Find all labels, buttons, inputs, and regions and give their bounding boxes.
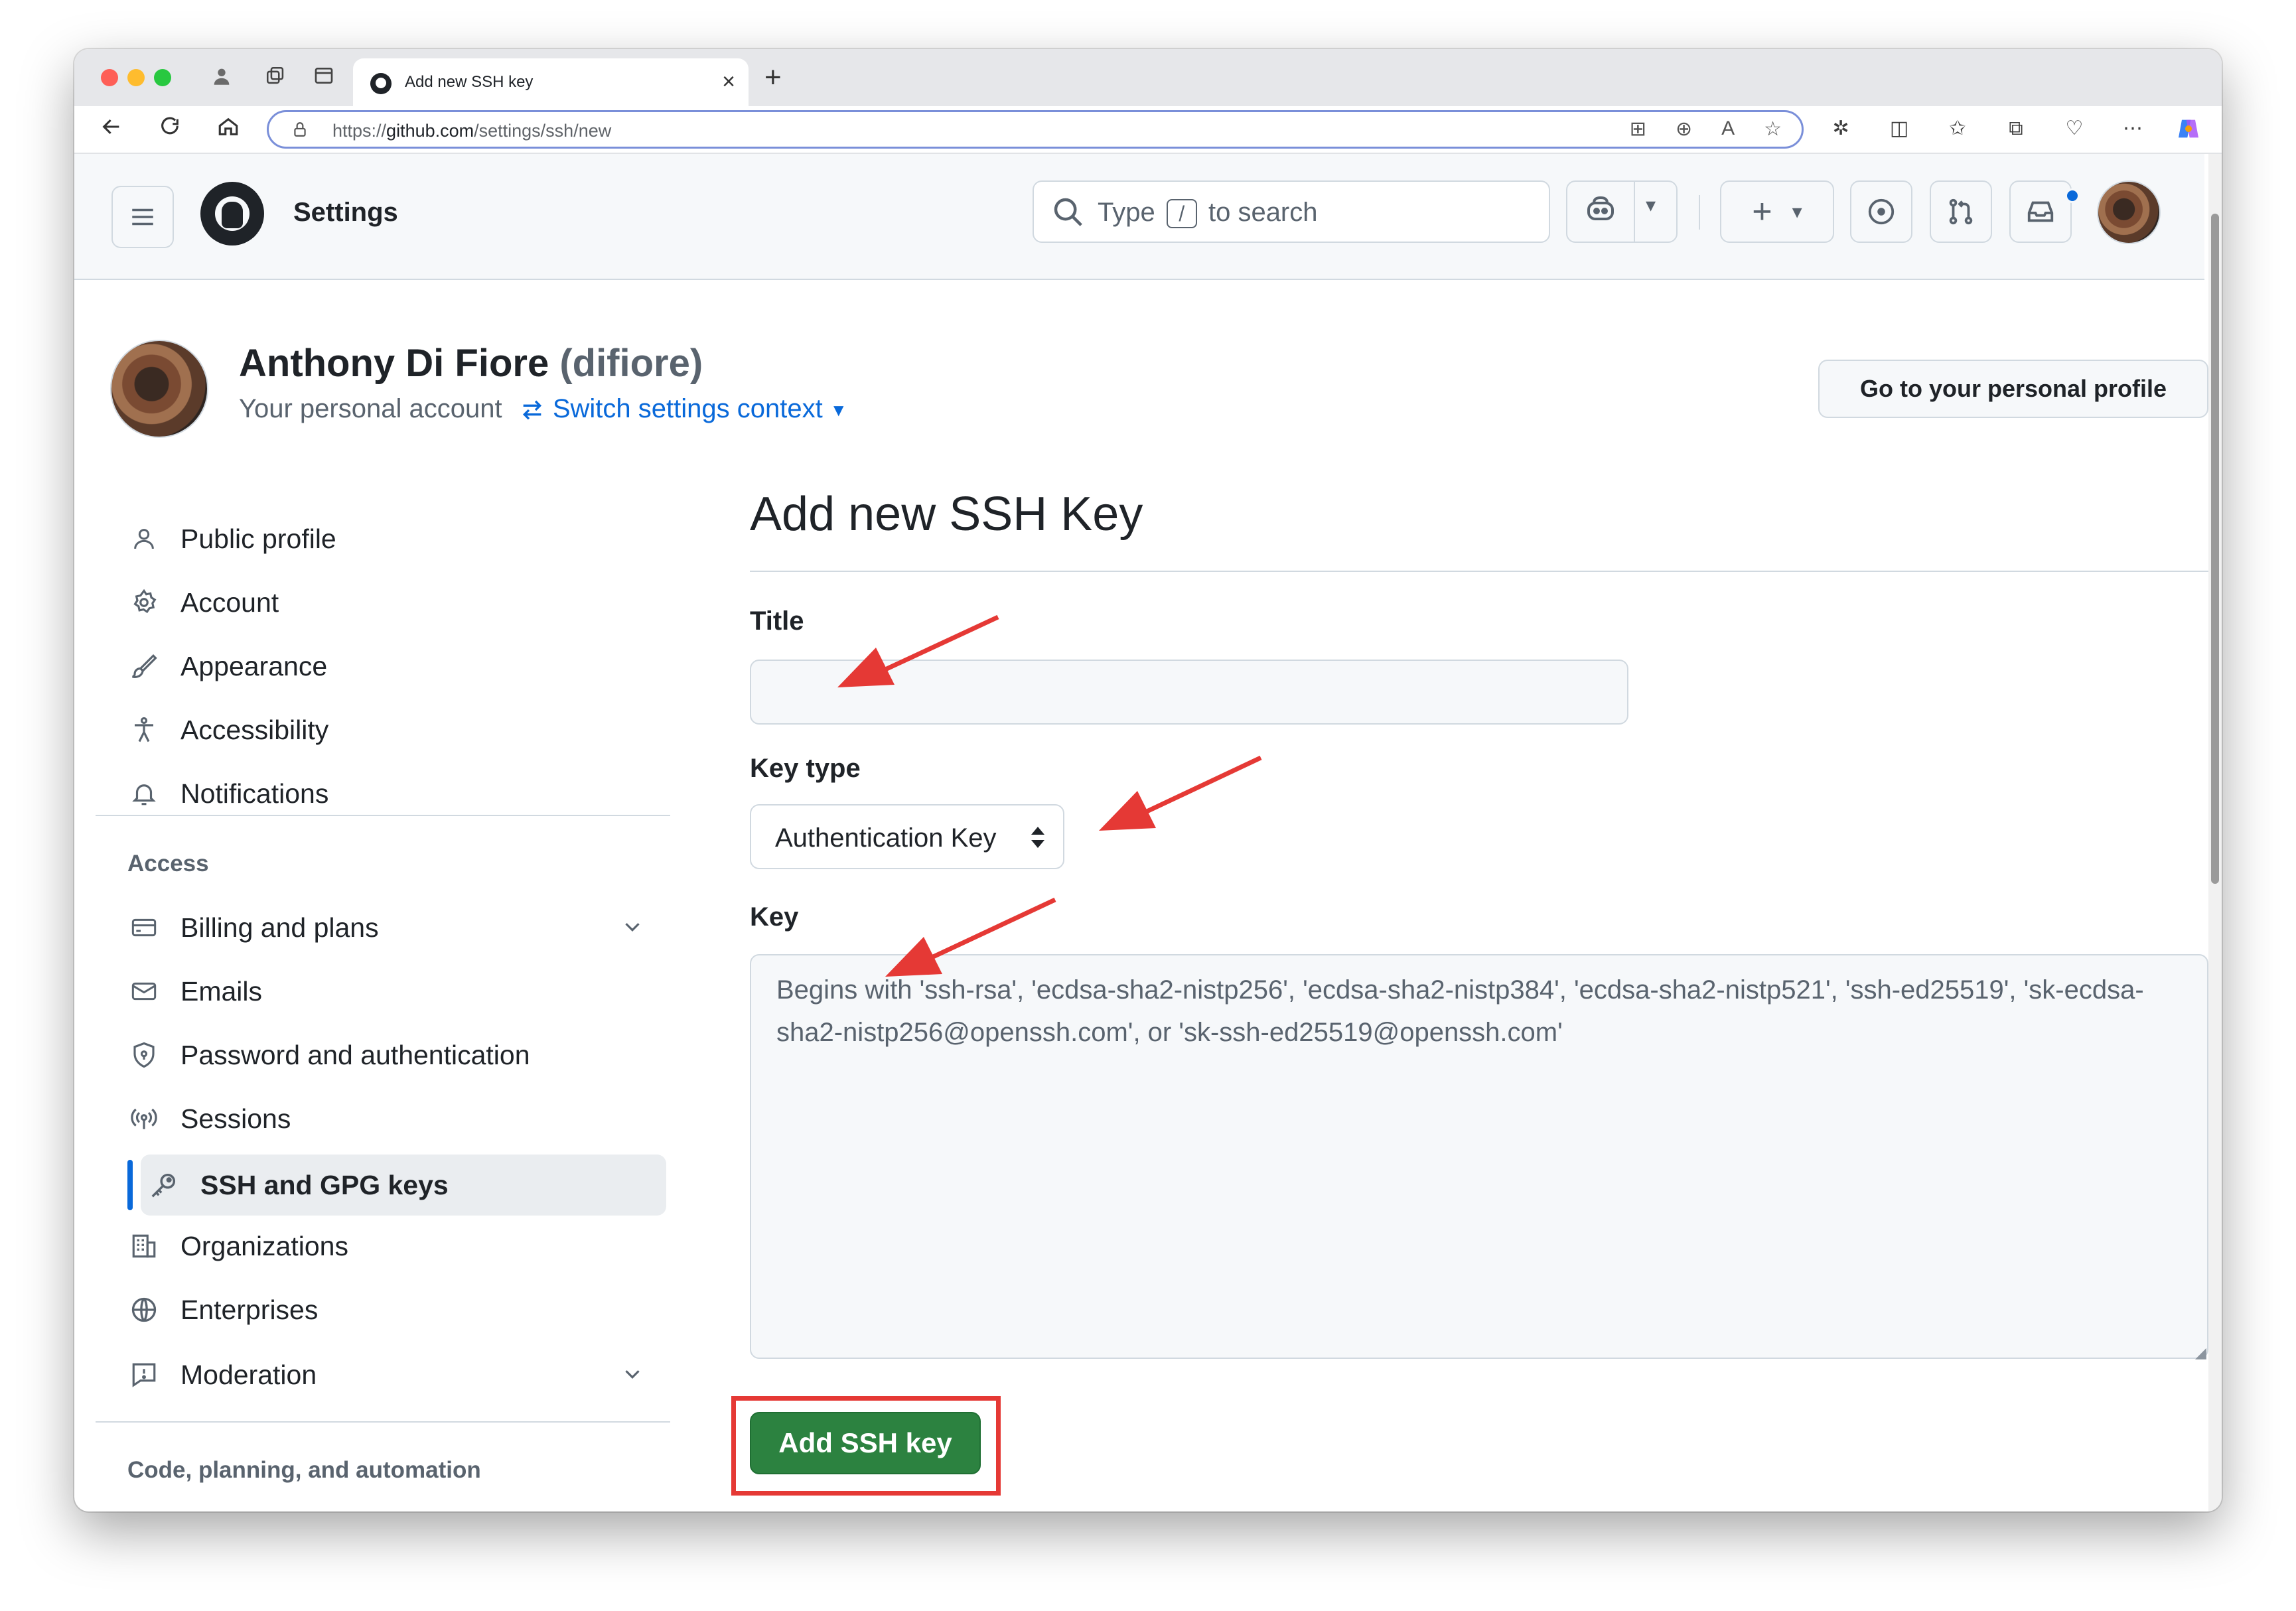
page-scrollbar[interactable] (2208, 154, 2222, 1511)
arrow-to-key-icon (929, 897, 1056, 961)
browser-window: Add new SSH key × + https://github.com/s… (74, 49, 2222, 1511)
scrollbar-thumb[interactable] (2211, 214, 2219, 884)
arrow-to-title-icon (883, 614, 999, 673)
arrow-to-key-type-icon (1144, 755, 1262, 815)
annotation-arrows (837, 614, 1262, 977)
